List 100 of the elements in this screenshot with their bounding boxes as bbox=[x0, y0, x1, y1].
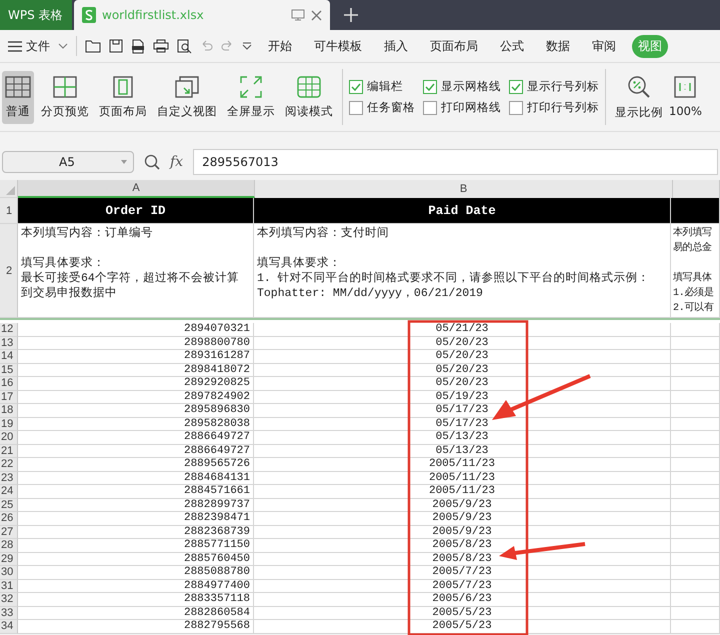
folder-icon[interactable] bbox=[85, 39, 101, 53]
row-header[interactable]: 21 bbox=[0, 444, 18, 458]
pdf-icon[interactable] bbox=[131, 38, 145, 54]
close-icon[interactable] bbox=[311, 10, 322, 20]
view-button[interactable]: 全屏显示 bbox=[224, 70, 278, 124]
row-header[interactable]: 27 bbox=[0, 526, 18, 539]
option-checkbox[interactable]: 编辑栏 bbox=[349, 79, 415, 94]
formula-input[interactable]: 2895567013 bbox=[193, 149, 718, 175]
table-cell bbox=[671, 526, 720, 539]
column-header[interactable]: A bbox=[18, 180, 255, 198]
row-header[interactable]: 33 bbox=[0, 606, 18, 620]
row-header[interactable]: 18 bbox=[0, 404, 18, 418]
row-header[interactable]: 19 bbox=[0, 418, 18, 431]
checkbox[interactable] bbox=[509, 100, 523, 114]
row-header[interactable]: 12 bbox=[0, 323, 18, 336]
cell-text: 1. 针对不同平台的时间格式要求不同，请参照以下平台的时间格式示例： bbox=[257, 271, 651, 286]
table-cell bbox=[671, 512, 720, 526]
table-cell: 2005/9/23 bbox=[254, 498, 671, 512]
zoom-in-icon[interactable] bbox=[144, 154, 160, 170]
table-cell bbox=[671, 606, 720, 620]
ribbon-tab[interactable]: 数据 bbox=[540, 34, 576, 58]
row-header[interactable]: 2 bbox=[0, 224, 18, 318]
cell-text: 2.可以有 bbox=[673, 301, 715, 316]
row-header[interactable]: 28 bbox=[0, 539, 18, 552]
view-button[interactable]: 普通 bbox=[2, 70, 34, 124]
table-cell bbox=[671, 539, 720, 552]
cell-text: 到交易申报数据中 bbox=[21, 286, 118, 301]
table-cell: 2886649727 bbox=[18, 431, 254, 444]
row-header[interactable]: 17 bbox=[0, 390, 18, 404]
table-cell bbox=[671, 431, 720, 444]
option-checkbox[interactable]: 任务窗格 bbox=[349, 100, 415, 115]
menu-icon[interactable] bbox=[8, 40, 22, 52]
print-icon[interactable] bbox=[153, 39, 169, 53]
row-header[interactable]: 31 bbox=[0, 580, 18, 593]
checkbox[interactable] bbox=[423, 100, 437, 114]
row-header[interactable]: 13 bbox=[0, 336, 18, 350]
print-preview-icon[interactable] bbox=[177, 38, 192, 54]
redo-icon[interactable] bbox=[221, 40, 234, 52]
row-header[interactable]: 1 bbox=[0, 198, 18, 224]
function-button[interactable]: fx bbox=[170, 154, 184, 170]
table-cell: 05/20/23 bbox=[254, 336, 671, 350]
zoom-button[interactable]: 显示比例 bbox=[612, 70, 666, 124]
save-icon[interactable] bbox=[109, 39, 123, 53]
custom-view-icon bbox=[175, 76, 199, 98]
table-cell: 2882860584 bbox=[18, 606, 254, 620]
table-cell bbox=[671, 336, 720, 350]
checkbox-label: 编辑栏 bbox=[367, 79, 403, 94]
row-header[interactable]: 29 bbox=[0, 552, 18, 566]
table-cell: 05/21/23 bbox=[254, 323, 671, 336]
table-cell bbox=[671, 377, 720, 390]
checkbox[interactable] bbox=[349, 100, 363, 114]
row-header[interactable]: 14 bbox=[0, 350, 18, 364]
file-menu[interactable]: 文件 bbox=[26, 38, 50, 54]
option-checkbox[interactable]: 显示行号列标 bbox=[509, 79, 599, 94]
row-header[interactable]: 25 bbox=[0, 498, 18, 512]
row-header[interactable]: 20 bbox=[0, 431, 18, 444]
option-checkbox[interactable]: 打印网格线 bbox=[423, 100, 501, 115]
monitor-icon[interactable] bbox=[291, 9, 305, 21]
document-tab[interactable]: WPS 表格 bbox=[0, 0, 72, 30]
ribbon-tab[interactable]: 可牛模板 bbox=[308, 34, 368, 58]
view-button[interactable]: 自定义视图 bbox=[154, 70, 220, 124]
cell-text: Tophatter: MM/dd/yyyy，06/21/2019 bbox=[257, 286, 484, 301]
chevron-down-icon[interactable] bbox=[58, 43, 68, 49]
ribbon-tab[interactable]: 审阅 bbox=[586, 34, 622, 58]
table-cell bbox=[671, 458, 720, 472]
ribbon-tab[interactable]: 页面布局 bbox=[424, 34, 484, 58]
ribbon-tab[interactable]: 开始 bbox=[262, 34, 298, 58]
row-header[interactable]: 23 bbox=[0, 472, 18, 485]
checkbox[interactable] bbox=[509, 80, 523, 94]
row-header[interactable]: 34 bbox=[0, 620, 18, 634]
table-cell: 2897824902 bbox=[18, 390, 254, 404]
row-header[interactable]: 16 bbox=[0, 377, 18, 390]
name-box[interactable]: A5 bbox=[2, 151, 134, 173]
view-button[interactable]: 页面布局 bbox=[96, 70, 150, 124]
ribbon-tab[interactable]: 公式 bbox=[494, 34, 530, 58]
checkbox-label: 任务窗格 bbox=[367, 100, 415, 115]
row-header[interactable]: 22 bbox=[0, 458, 18, 472]
row-header[interactable]: 30 bbox=[0, 566, 18, 580]
tab-label: WPS 表格 bbox=[8, 6, 64, 24]
zoom-button[interactable]: 100% bbox=[666, 71, 705, 123]
ribbon-tab[interactable]: 插入 bbox=[378, 34, 414, 58]
table-cell bbox=[671, 404, 720, 418]
row-header[interactable]: 15 bbox=[0, 364, 18, 377]
checkbox[interactable] bbox=[423, 80, 437, 94]
table-cell: 2005/11/23 bbox=[254, 485, 671, 498]
row-header[interactable]: 26 bbox=[0, 512, 18, 526]
view-button[interactable]: 分页预览 bbox=[38, 70, 92, 124]
table-cell bbox=[671, 620, 720, 634]
row-header[interactable]: 24 bbox=[0, 485, 18, 498]
checkbox[interactable] bbox=[349, 80, 363, 94]
view-button[interactable]: 阅读模式 bbox=[282, 70, 336, 124]
option-checkbox[interactable]: 打印行号列标 bbox=[509, 100, 599, 115]
undo-icon[interactable] bbox=[200, 40, 213, 52]
dropdown-icon[interactable] bbox=[242, 42, 252, 50]
new-tab-icon[interactable] bbox=[344, 8, 358, 22]
option-checkbox[interactable]: 显示网格线 bbox=[423, 79, 501, 94]
checkbox-label: 显示行号列标 bbox=[527, 79, 599, 94]
page-break-icon bbox=[53, 76, 77, 98]
table-cell: 2884977400 bbox=[18, 580, 254, 593]
row-header[interactable]: 32 bbox=[0, 593, 18, 606]
